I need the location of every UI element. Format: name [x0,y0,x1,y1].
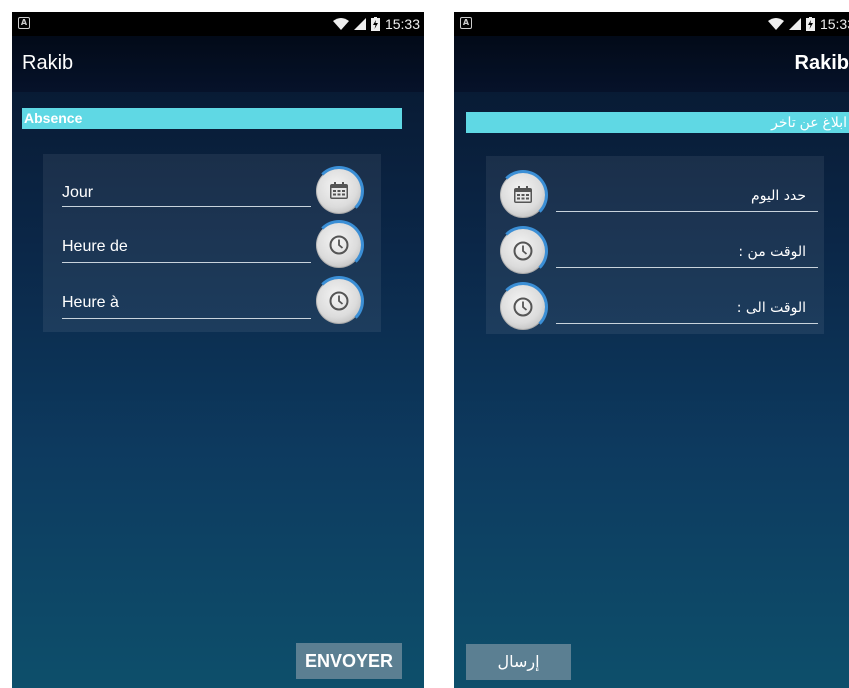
time-from-field-label: Heure de [62,238,128,255]
day-field-label: حدد اليوم [751,188,806,204]
time-from-field-underline [62,262,311,263]
battery-charging-icon [805,17,815,31]
status-bar: A 15:33 [12,12,424,36]
wifi-icon [767,18,784,30]
section-title: ابلاغ عن تاخر [466,112,849,133]
time-from-picker-button[interactable] [498,226,548,276]
calendar-icon [330,182,348,199]
send-button[interactable]: ENVOYER [296,643,402,679]
time-to-picker-button[interactable] [498,282,548,332]
clock-icon [329,291,349,311]
date-picker-button[interactable] [314,166,364,216]
form-card: Jour Heure de Heure à [43,154,381,332]
status-time: 15:33 [819,16,849,32]
clock-icon [329,235,349,255]
app-bar: Rakib [12,36,424,92]
date-picker-button[interactable] [498,170,548,220]
right-phone-screen: A 15:33 Rakib ابلاغ عن تاخر حدد اليوم [454,12,849,688]
time-to-field-underline [556,323,818,324]
time-to-field-label: الوقت الى : [736,300,806,316]
app-title: Rakib [22,52,74,74]
calendar-icon [514,186,532,203]
app-bar: Rakib [454,36,849,92]
section-title: Absence [22,108,402,129]
clock-icon [513,241,533,261]
time-from-picker-button[interactable] [314,220,364,270]
signal-icon [353,18,366,30]
status-time: 15:33 [384,16,420,32]
time-from-field-row[interactable]: Heure de [43,218,381,274]
time-to-field-row[interactable]: الوقت الى : [486,276,824,332]
time-to-field-label: Heure à [62,294,119,311]
left-phone-screen: A 15:33 Rakib Absence Jour Heure de Heur… [12,12,424,688]
app-title: Rakib [794,52,849,74]
clock-icon [513,297,533,317]
form-card: حدد اليوم الوقت من : الوقت الى: [486,156,824,334]
day-field-row[interactable]: حدد اليوم [486,164,824,220]
signal-icon [788,18,801,30]
a-notification-icon: A [460,17,472,29]
time-to-field-underline [62,318,311,319]
day-field-label: Jour [62,184,94,201]
time-from-field-row[interactable]: الوقت من : [486,220,824,276]
a-notification-icon: A [18,17,30,29]
battery-charging-icon [370,17,380,31]
time-from-field-underline [556,267,818,268]
time-to-picker-button[interactable] [314,276,364,326]
time-from-field-label: الوقت من : [738,244,806,260]
status-bar: A 15:33 [454,12,849,36]
day-field-underline [556,211,818,212]
send-button[interactable]: إرسال [466,644,571,680]
wifi-icon [332,18,349,30]
time-to-field-row[interactable]: Heure à [43,274,381,330]
day-field-row[interactable]: Jour [43,162,381,218]
day-field-underline [62,206,311,207]
